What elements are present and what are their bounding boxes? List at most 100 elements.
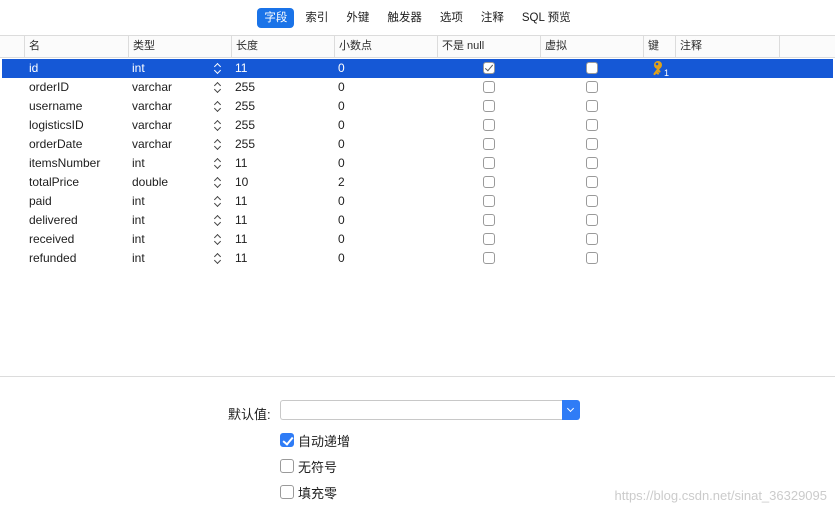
field-length-cell[interactable]: 11: [235, 211, 247, 230]
not-null-checkbox[interactable]: [483, 138, 495, 150]
zerofill-option[interactable]: 填充零: [280, 484, 337, 501]
type-stepper-icon[interactable]: [214, 120, 222, 132]
field-type-cell[interactable]: int: [132, 59, 145, 78]
field-decimals-cell[interactable]: 0: [338, 249, 345, 268]
field-decimals-cell[interactable]: 0: [338, 135, 345, 154]
type-stepper-icon[interactable]: [214, 234, 222, 246]
tab-1[interactable]: 索引: [298, 8, 335, 28]
table-row[interactable]: orderID varchar 255 0: [2, 78, 833, 97]
type-stepper-icon[interactable]: [214, 82, 222, 94]
field-length-cell[interactable]: 255: [235, 135, 255, 154]
field-name-cell[interactable]: delivered: [29, 211, 78, 230]
table-row[interactable]: itemsNumber int 11 0: [2, 154, 833, 173]
table-row[interactable]: delivered int 11 0: [2, 211, 833, 230]
table-row[interactable]: orderDate varchar 255 0: [2, 135, 833, 154]
primary-key-icon[interactable]: 1: [652, 60, 670, 78]
virtual-checkbox[interactable]: [586, 100, 598, 112]
virtual-checkbox[interactable]: [586, 176, 598, 188]
field-length-cell[interactable]: 11: [235, 249, 247, 268]
column-header-decimals[interactable]: 小数点: [334, 36, 437, 58]
table-row[interactable]: logisticsID varchar 255 0: [2, 116, 833, 135]
not-null-checkbox[interactable]: [483, 100, 495, 112]
field-name-cell[interactable]: totalPrice: [29, 173, 79, 192]
not-null-checkbox[interactable]: [483, 195, 495, 207]
table-row[interactable]: paid int 11 0: [2, 192, 833, 211]
default-value-input[interactable]: [280, 400, 562, 420]
default-value-dropdown-button[interactable]: [562, 400, 580, 420]
field-length-cell[interactable]: 11: [235, 154, 247, 173]
field-decimals-cell[interactable]: 0: [338, 97, 345, 116]
field-length-cell[interactable]: 11: [235, 59, 247, 78]
field-name-cell[interactable]: orderID: [29, 78, 69, 97]
field-type-cell[interactable]: varchar: [132, 97, 172, 116]
not-null-checkbox[interactable]: [483, 214, 495, 226]
type-stepper-icon[interactable]: [214, 139, 222, 151]
field-type-cell[interactable]: int: [132, 211, 145, 230]
table-row[interactable]: received int 11 0: [2, 230, 833, 249]
field-decimals-cell[interactable]: 0: [338, 192, 345, 211]
tab-5[interactable]: 注释: [474, 8, 511, 28]
column-header-name[interactable]: 名: [24, 36, 128, 58]
field-length-cell[interactable]: 11: [235, 192, 247, 211]
column-header-key[interactable]: 键: [643, 36, 675, 58]
field-decimals-cell[interactable]: 0: [338, 59, 345, 78]
field-decimals-cell[interactable]: 0: [338, 211, 345, 230]
field-decimals-cell[interactable]: 0: [338, 116, 345, 135]
zerofill-checkbox[interactable]: [280, 485, 294, 499]
field-name-cell[interactable]: itemsNumber: [29, 154, 100, 173]
field-type-cell[interactable]: int: [132, 249, 145, 268]
column-header-not-null[interactable]: 不是 null: [437, 36, 540, 58]
field-decimals-cell[interactable]: 2: [338, 173, 345, 192]
type-stepper-icon[interactable]: [214, 177, 222, 189]
not-null-checkbox[interactable]: [483, 119, 495, 131]
type-stepper-icon[interactable]: [214, 158, 222, 170]
field-type-cell[interactable]: int: [132, 154, 145, 173]
virtual-checkbox[interactable]: [586, 195, 598, 207]
tab-0[interactable]: 字段: [257, 7, 295, 28]
field-name-cell[interactable]: refunded: [29, 249, 76, 268]
unsigned-checkbox[interactable]: [280, 459, 294, 473]
table-row[interactable]: id int 11 0 1: [2, 59, 833, 78]
field-decimals-cell[interactable]: 0: [338, 230, 345, 249]
column-header-length[interactable]: 长度: [231, 36, 334, 58]
virtual-checkbox[interactable]: [586, 214, 598, 226]
table-row[interactable]: refunded int 11 0: [2, 249, 833, 268]
field-type-cell[interactable]: varchar: [132, 116, 172, 135]
auto-increment-checkbox[interactable]: [280, 433, 294, 447]
tab-6[interactable]: SQL 预览: [515, 8, 578, 28]
field-length-cell[interactable]: 255: [235, 78, 255, 97]
not-null-checkbox[interactable]: [483, 62, 495, 74]
type-stepper-icon[interactable]: [214, 63, 222, 75]
type-stepper-icon[interactable]: [214, 196, 222, 208]
virtual-checkbox[interactable]: [586, 233, 598, 245]
auto-increment-option[interactable]: 自动递增: [280, 432, 350, 449]
table-row[interactable]: username varchar 255 0: [2, 97, 833, 116]
virtual-checkbox[interactable]: [586, 119, 598, 131]
field-name-cell[interactable]: username: [29, 97, 82, 116]
field-name-cell[interactable]: id: [29, 59, 38, 78]
field-length-cell[interactable]: 255: [235, 97, 255, 116]
not-null-checkbox[interactable]: [483, 233, 495, 245]
tab-3[interactable]: 触发器: [380, 8, 429, 28]
not-null-checkbox[interactable]: [483, 157, 495, 169]
field-type-cell[interactable]: int: [132, 230, 145, 249]
virtual-checkbox[interactable]: [586, 138, 598, 150]
field-type-cell[interactable]: int: [132, 192, 145, 211]
field-length-cell[interactable]: 11: [235, 230, 247, 249]
tab-4[interactable]: 选项: [433, 8, 470, 28]
field-type-cell[interactable]: varchar: [132, 78, 172, 97]
virtual-checkbox[interactable]: [586, 157, 598, 169]
field-decimals-cell[interactable]: 0: [338, 154, 345, 173]
not-null-checkbox[interactable]: [483, 81, 495, 93]
field-type-cell[interactable]: varchar: [132, 135, 172, 154]
not-null-checkbox[interactable]: [483, 176, 495, 188]
field-name-cell[interactable]: paid: [29, 192, 52, 211]
column-header-type[interactable]: 类型: [128, 36, 231, 58]
type-stepper-icon[interactable]: [214, 215, 222, 227]
field-name-cell[interactable]: orderDate: [29, 135, 82, 154]
column-header-virtual[interactable]: 虚拟: [540, 36, 643, 58]
table-row[interactable]: totalPrice double 10 2: [2, 173, 833, 192]
field-length-cell[interactable]: 255: [235, 116, 255, 135]
type-stepper-icon[interactable]: [214, 253, 222, 265]
field-length-cell[interactable]: 10: [235, 173, 248, 192]
